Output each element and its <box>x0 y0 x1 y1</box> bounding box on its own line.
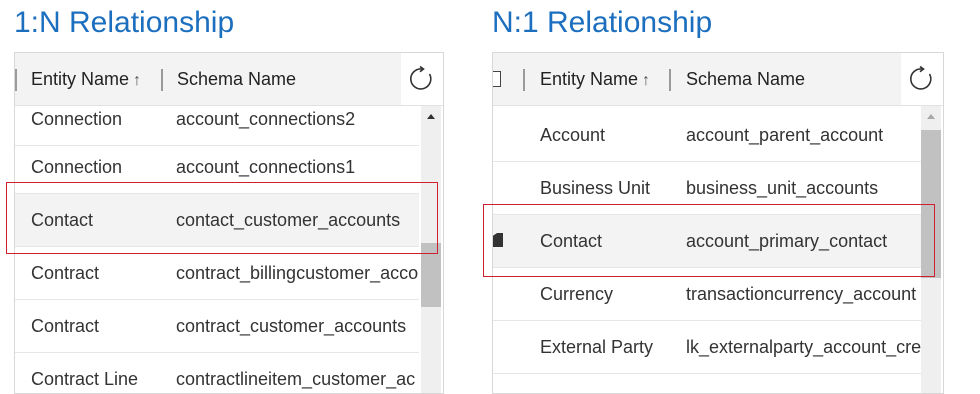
table-row[interactable]: Contract contract_customer_accounts <box>15 300 419 353</box>
entity-name-cell: Contract <box>31 316 100 336</box>
entity-name-header-label: Entity Name <box>540 69 639 89</box>
schema-name-cell: contract_customer_accounts <box>176 316 407 336</box>
entity-name-cell: External Party <box>540 337 654 357</box>
schema-name-cell: contractlineitem_customer_ac <box>176 369 416 389</box>
entity-name-cell: Account <box>540 125 606 145</box>
entity-name-column-header[interactable]: Entity Name ↑ <box>540 53 650 105</box>
right-panel-title: N:1 Relationship <box>492 6 713 39</box>
sort-ascending-icon: ↑ <box>133 72 142 89</box>
schema-name-cell: account_parent_account <box>686 125 884 145</box>
header-divider <box>523 69 525 91</box>
select-all-checkbox[interactable] <box>493 71 501 87</box>
entity-name-cell: Contract Line <box>31 369 139 389</box>
entity-name-cell: Contract <box>31 263 100 283</box>
header-divider <box>161 69 163 91</box>
scroll-up-arrow-icon[interactable] <box>421 106 441 126</box>
table-row[interactable]: Connection account_connections2 <box>15 93 419 146</box>
sort-ascending-icon: ↑ <box>642 72 651 89</box>
scroll-up-arrow-icon[interactable] <box>921 106 941 126</box>
header-divider <box>669 69 671 91</box>
refresh-button[interactable] <box>901 53 943 105</box>
table-row[interactable]: Contract contract_billingcustomer_acco <box>15 247 419 300</box>
schema-name-cell: contract_billingcustomer_acco <box>176 263 419 283</box>
entity-name-header-label: Entity Name <box>31 69 130 89</box>
table-row[interactable]: Contract Line contractlineitem_customer_… <box>15 353 419 393</box>
entity-name-cell: Connection <box>31 109 123 129</box>
schema-name-cell: account_connections2 <box>176 109 356 129</box>
refresh-icon <box>410 66 432 90</box>
table-row[interactable]: External Party lk_externalparty_account_… <box>493 321 921 374</box>
highlight-box <box>483 204 935 277</box>
schema-name-cell: lk_externalparty_account_cre <box>686 337 922 357</box>
left-panel-title: 1:N Relationship <box>14 6 235 39</box>
schema-name-column-header[interactable]: Schema Name <box>686 53 805 105</box>
header-divider <box>15 69 17 91</box>
right-grid-header: Entity Name ↑ Schema Name <box>493 53 943 106</box>
table-row[interactable]: Account account_parent_account <box>493 109 921 162</box>
refresh-icon <box>910 66 932 90</box>
highlight-box <box>6 182 438 254</box>
